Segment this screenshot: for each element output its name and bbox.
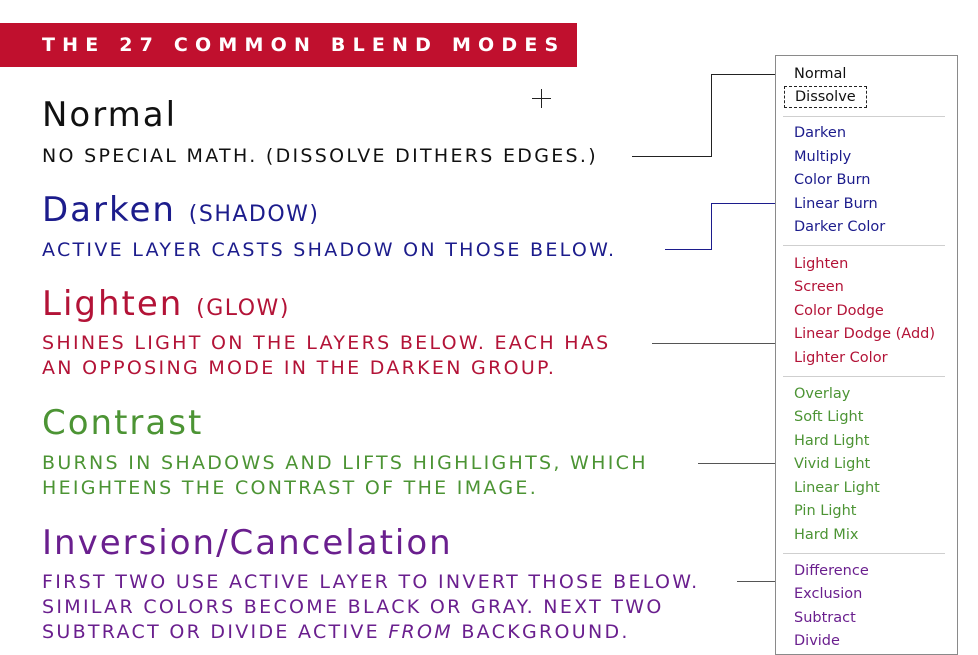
menu-item-difference[interactable]: Difference [794,561,869,581]
inversion-title: Inversion/Cancelation [42,523,453,563]
menu-item-hard-mix[interactable]: Hard Mix [794,525,858,545]
menu-separator [783,553,945,554]
darken-subtitle: (SHADOW) [188,202,320,227]
inversion-heading: Inversion/Cancelation [42,523,453,563]
menu-item-overlay[interactable]: Overlay [794,384,850,404]
menu-item-dissolve[interactable]: Dissolve [784,86,867,108]
menu-item-screen[interactable]: Screen [794,277,844,297]
crosshair-cursor-icon [532,89,551,108]
blend-mode-menu[interactable]: Normal Dissolve Darken Multiply Color Bu… [775,55,958,655]
menu-item-subtract[interactable]: Subtract [794,608,856,628]
normal-heading: Normal [42,95,177,135]
menu-item-divide[interactable]: Divide [794,631,840,651]
menu-item-lighten[interactable]: Lighten [794,254,848,274]
inversion-description-line-1: FIRST TWO USE ACTIVE LAYER TO INVERT THO… [42,571,700,593]
menu-item-lighter-color[interactable]: Lighter Color [794,348,888,368]
normal-description: NO SPECIAL MATH. (DISSOLVE DITHERS EDGES… [42,145,598,167]
normal-connector [632,156,712,157]
menu-item-linear-burn[interactable]: Linear Burn [794,194,878,214]
menu-item-exclusion[interactable]: Exclusion [794,584,862,604]
darken-heading: Darken (SHADOW) [42,190,320,235]
menu-separator [783,376,945,377]
contrast-description-line-2: HEIGHTENS THE CONTRAST OF THE IMAGE. [42,477,539,499]
darken-title: Darken [42,190,176,230]
normal-title: Normal [42,95,178,135]
lighten-description-line-2: AN OPPOSING MODE IN THE DARKEN GROUP. [42,357,557,379]
menu-item-darken[interactable]: Darken [794,123,846,143]
menu-item-color-burn[interactable]: Color Burn [794,170,871,190]
inversion-description-line-2: SIMILAR COLORS BECOME BLACK OR GRAY. NEX… [42,596,664,618]
lighten-description-line-1: SHINES LIGHT ON THE LAYERS BELOW. EACH H… [42,332,611,354]
menu-item-vivid-light[interactable]: Vivid Light [794,454,870,474]
menu-item-color-dodge[interactable]: Color Dodge [794,301,884,321]
menu-item-soft-light[interactable]: Soft Light [794,407,863,427]
menu-item-pin-light[interactable]: Pin Light [794,501,856,521]
menu-item-normal[interactable]: Normal [794,64,846,84]
lighten-connector [652,343,784,344]
lighten-title: Lighten [42,284,184,324]
contrast-description-line-1: BURNS IN SHADOWS AND LIFTS HIGHLIGHTS, W… [42,452,648,474]
contrast-heading: Contrast [42,403,203,443]
menu-separator [783,116,945,117]
title-banner: THE 27 COMMON BLEND MODES [0,23,577,67]
darken-description: ACTIVE LAYER CASTS SHADOW ON THOSE BELOW… [42,239,617,261]
darken-connector [665,249,712,250]
contrast-title: Contrast [42,403,204,443]
lighten-heading: Lighten (GLOW) [42,284,290,329]
banner-title: THE 27 COMMON BLEND MODES [42,34,566,56]
menu-item-linear-dodge[interactable]: Linear Dodge (Add) [794,324,935,344]
menu-item-multiply[interactable]: Multiply [794,147,851,167]
lighten-subtitle: (GLOW) [196,296,290,321]
menu-item-darker-color[interactable]: Darker Color [794,217,885,237]
menu-separator [783,245,945,246]
menu-item-hard-light[interactable]: Hard Light [794,431,870,451]
menu-item-linear-light[interactable]: Linear Light [794,478,880,498]
contrast-connector [698,463,784,464]
inversion-description-line-3: SUBTRACT OR DIVIDE ACTIVE FROM BACKGROUN… [42,621,630,643]
